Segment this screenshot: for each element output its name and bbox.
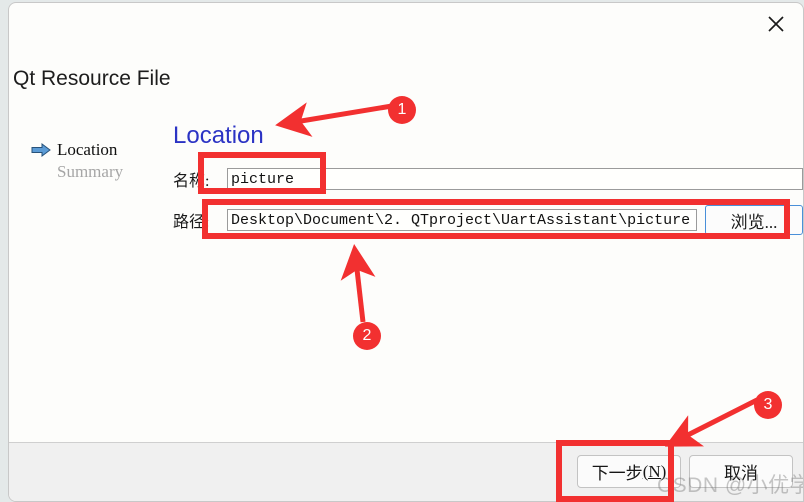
dialog-footer: 下一步 (N) 取消 [9,442,803,501]
name-label: 名称: [173,173,210,190]
page-title: Qt Resource File [13,67,171,90]
next-button-label: 下一步 [591,464,643,483]
cancel-button[interactable]: 取消 [689,455,793,488]
next-button-mnemonic: (N) [642,461,667,481]
sidebar-item-label: Summary [57,162,124,181]
close-icon [767,15,785,33]
path-input[interactable]: Desktop\Document\2. QTproject\UartAssist… [227,209,697,231]
title-bar [9,3,803,47]
sidebar-item-location[interactable]: Location [31,139,161,161]
sidebar-item-label: Location [57,140,118,159]
close-button[interactable] [755,7,797,41]
footer-button-group: 下一步 (N) 取消 [577,455,793,488]
path-label: 路径: [173,214,210,231]
name-input[interactable]: picture [227,168,803,190]
qt-resource-file-dialog: Qt Resource File Location Summary Locati… [8,2,804,502]
wizard-step-list: Location Summary [31,139,161,183]
path-input-text: Desktop\Document\2. QTproject\UartAssist… [231,212,691,229]
name-row: 名称: picture [173,167,803,191]
path-row: 路径: Desktop\Document\2. QTproject\UartAs… [173,205,803,235]
next-button[interactable]: 下一步 (N) [577,455,681,488]
screen: Qt Resource File Location Summary Locati… [0,0,804,502]
blue-arrow-icon [31,143,53,157]
location-heading: Location [173,122,264,149]
sidebar-item-summary[interactable]: Summary [31,161,161,183]
browse-button[interactable]: 浏览... [705,205,803,235]
